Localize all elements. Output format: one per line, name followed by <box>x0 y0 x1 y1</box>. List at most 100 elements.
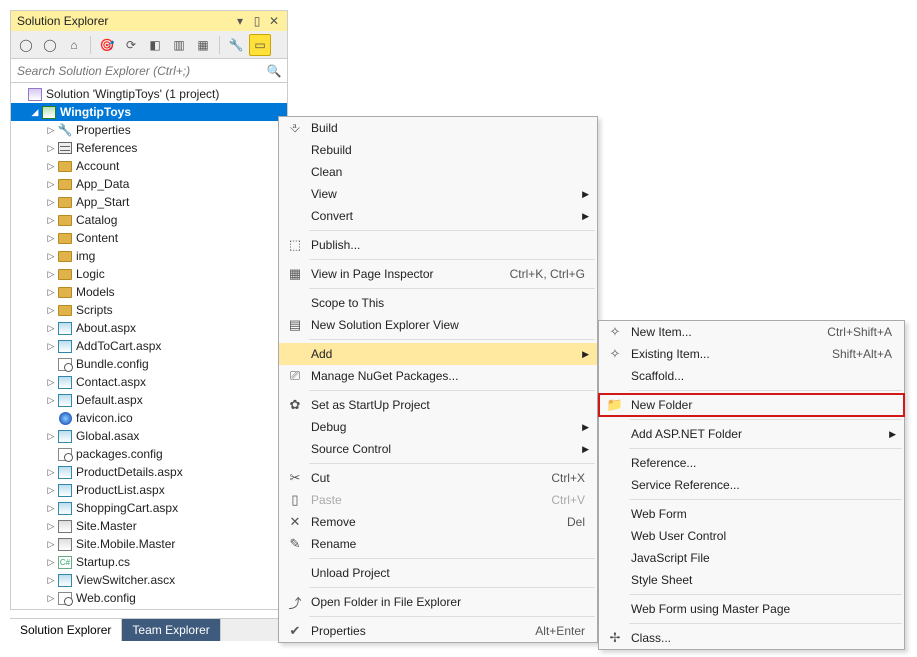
dropdown-icon[interactable]: ▾ <box>233 14 247 28</box>
expand-icon[interactable]: ▷ <box>45 377 57 388</box>
tree-item[interactable]: ▷Models <box>11 283 287 301</box>
project-node[interactable]: ◢ WingtipToys <box>11 103 287 121</box>
tree-item[interactable]: ▷img <box>11 247 287 265</box>
menu-item-web-form-using-master-page[interactable]: Web Form using Master Page <box>599 598 904 620</box>
pin-icon[interactable]: ▯ <box>250 14 264 28</box>
menu-item-class[interactable]: ✢Class... <box>599 627 904 649</box>
tree-item[interactable]: ▷Default.aspx <box>11 391 287 409</box>
home-icon[interactable]: ⌂ <box>63 34 85 56</box>
search-icon[interactable]: 🔍 <box>265 64 283 78</box>
expand-icon[interactable]: ▷ <box>45 179 57 190</box>
tree-item[interactable]: ▷Contact.aspx <box>11 373 287 391</box>
menu-item-debug[interactable]: Debug▶ <box>279 416 597 438</box>
search-box[interactable]: 🔍 <box>11 59 287 83</box>
sync-icon[interactable]: 🎯 <box>96 34 118 56</box>
expand-icon[interactable]: ▷ <box>45 557 57 568</box>
tree-item[interactable]: Bundle.config <box>11 355 287 373</box>
expand-icon[interactable]: ▷ <box>45 143 57 154</box>
menu-item-new-solution-explorer-view[interactable]: ▤New Solution Explorer View <box>279 314 597 336</box>
tree-item[interactable]: ▷ProductDetails.aspx <box>11 463 287 481</box>
tree-item[interactable]: ▷🔧Properties <box>11 121 287 139</box>
properties-icon[interactable]: 🔧 <box>225 34 247 56</box>
tree-item[interactable]: ▷Catalog <box>11 211 287 229</box>
menu-item-style-sheet[interactable]: Style Sheet <box>599 569 904 591</box>
tree-item[interactable]: ▷Global.asax <box>11 427 287 445</box>
menu-item-publish[interactable]: ⬚Publish... <box>279 234 597 256</box>
tree-item[interactable]: ▷ViewSwitcher.ascx <box>11 571 287 589</box>
expand-icon[interactable]: ▷ <box>45 341 57 352</box>
menu-item-convert[interactable]: Convert▶ <box>279 205 597 227</box>
menu-item-new-item[interactable]: ✧New Item...Ctrl+Shift+A <box>599 321 904 343</box>
menu-item-add[interactable]: Add▶ <box>279 343 597 365</box>
expand-icon[interactable]: ▷ <box>45 503 57 514</box>
expand-icon[interactable]: ▷ <box>45 125 57 136</box>
expand-icon[interactable]: ▷ <box>45 395 57 406</box>
menu-item-remove[interactable]: ✕RemoveDel <box>279 511 597 533</box>
expand-icon[interactable]: ▷ <box>45 161 57 172</box>
preview-selected-icon[interactable]: ▭ <box>249 34 271 56</box>
tree-item[interactable]: ▷App_Start <box>11 193 287 211</box>
tree-item[interactable]: ▷ProductList.aspx <box>11 481 287 499</box>
tree-item[interactable]: ▷Web.config <box>11 589 287 607</box>
menu-item-reference[interactable]: Reference... <box>599 452 904 474</box>
menu-item-web-user-control[interactable]: Web User Control <box>599 525 904 547</box>
collapse-icon[interactable]: ◧ <box>144 34 166 56</box>
nav-fwd-icon[interactable]: ◯ <box>39 34 61 56</box>
menu-item-scope-to-this[interactable]: Scope to This <box>279 292 597 314</box>
tree-item[interactable]: favicon.ico <box>11 409 287 427</box>
tree-item[interactable]: ▷AddToCart.aspx <box>11 337 287 355</box>
menu-item-source-control[interactable]: Source Control▶ <box>279 438 597 460</box>
menu-item-cut[interactable]: ✂CutCtrl+X <box>279 467 597 489</box>
menu-item-manage-nuget-packages[interactable]: ⎚Manage NuGet Packages... <box>279 365 597 387</box>
expand-icon[interactable]: ▷ <box>45 485 57 496</box>
menu-item-existing-item[interactable]: ✧Existing Item...Shift+Alt+A <box>599 343 904 365</box>
menu-item-rebuild[interactable]: Rebuild <box>279 139 597 161</box>
menu-item-open-folder-in-file-explorer[interactable]: ⤴Open Folder in File Explorer <box>279 591 597 613</box>
expand-icon[interactable]: ▷ <box>45 287 57 298</box>
tree-item[interactable]: ▷ShoppingCart.aspx <box>11 499 287 517</box>
expand-icon[interactable]: ▷ <box>45 575 57 586</box>
tree-item[interactable]: ▷Site.Master <box>11 517 287 535</box>
tree-item[interactable]: ▷References <box>11 139 287 157</box>
tab-solution-explorer[interactable]: Solution Explorer <box>10 619 122 641</box>
menu-item-properties[interactable]: ✔PropertiesAlt+Enter <box>279 620 597 642</box>
menu-item-set-as-startup-project[interactable]: ✿Set as StartUp Project <box>279 394 597 416</box>
tree-item[interactable]: ▷Content <box>11 229 287 247</box>
expand-icon[interactable]: ▷ <box>45 269 57 280</box>
expand-icon[interactable]: ▷ <box>45 467 57 478</box>
tree-item[interactable]: ▷Site.Mobile.Master <box>11 535 287 553</box>
search-input[interactable] <box>15 63 265 79</box>
tree-item[interactable]: ▷C#Startup.cs <box>11 553 287 571</box>
menu-item-web-form[interactable]: Web Form <box>599 503 904 525</box>
expand-icon[interactable]: ▷ <box>45 521 57 532</box>
menu-item-scaffold[interactable]: Scaffold... <box>599 365 904 387</box>
menu-item-javascript-file[interactable]: JavaScript File <box>599 547 904 569</box>
menu-item-view-in-page-inspector[interactable]: ▦View in Page InspectorCtrl+K, Ctrl+G <box>279 263 597 285</box>
expand-icon[interactable]: ▷ <box>45 251 57 262</box>
menu-item-build[interactable]: ⎀Build <box>279 117 597 139</box>
tree-view[interactable]: Solution 'WingtipToys' (1 project) ◢ Win… <box>11 83 287 609</box>
tab-team-explorer[interactable]: Team Explorer <box>122 619 220 641</box>
expand-icon[interactable]: ▷ <box>45 431 57 442</box>
tree-item[interactable]: ▷Scripts <box>11 301 287 319</box>
tree-item[interactable]: ▷Logic <box>11 265 287 283</box>
menu-item-service-reference[interactable]: Service Reference... <box>599 474 904 496</box>
expand-icon[interactable]: ▷ <box>45 539 57 550</box>
expand-icon[interactable]: ▷ <box>45 215 57 226</box>
expand-icon[interactable]: ▷ <box>45 233 57 244</box>
tree-item[interactable]: ▷App_Data <box>11 175 287 193</box>
expand-icon[interactable]: ▷ <box>45 323 57 334</box>
solution-node[interactable]: Solution 'WingtipToys' (1 project) <box>11 85 287 103</box>
menu-item-new-folder[interactable]: 📁New Folder <box>599 394 904 416</box>
preview-icon[interactable]: ▦ <box>192 34 214 56</box>
menu-item-unload-project[interactable]: Unload Project <box>279 562 597 584</box>
showfiles-icon[interactable]: ▥ <box>168 34 190 56</box>
menu-item-view[interactable]: View▶ <box>279 183 597 205</box>
menu-item-add-asp-net-folder[interactable]: Add ASP.NET Folder▶ <box>599 423 904 445</box>
close-icon[interactable]: ✕ <box>267 14 281 28</box>
refresh-icon[interactable]: ⟳ <box>120 34 142 56</box>
expand-icon[interactable]: ▷ <box>45 197 57 208</box>
tree-item[interactable]: ▷Account <box>11 157 287 175</box>
expand-icon[interactable]: ▷ <box>45 593 57 604</box>
nav-back-icon[interactable]: ◯ <box>15 34 37 56</box>
